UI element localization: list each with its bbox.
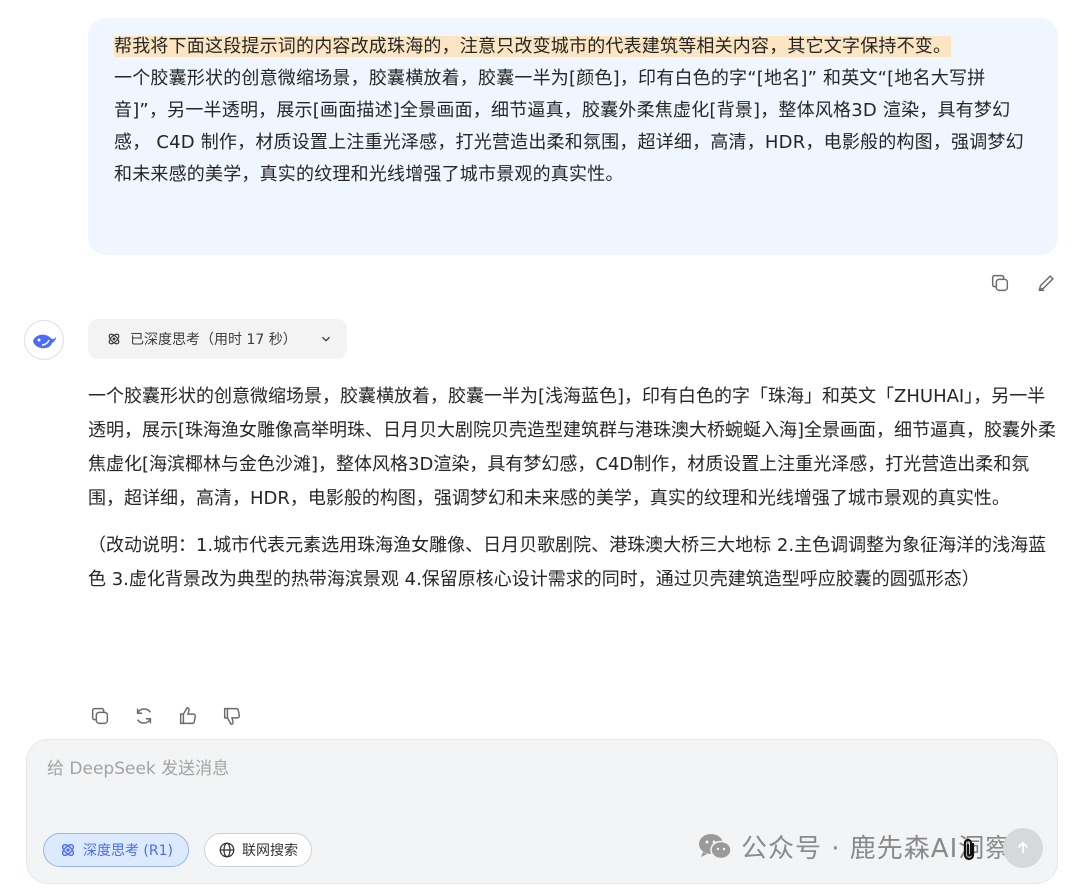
thinking-label: 已深度思考（用时 17 秒） xyxy=(130,332,297,348)
answer-actions xyxy=(88,704,244,728)
thinking-toggle[interactable]: 已深度思考（用时 17 秒） xyxy=(88,319,347,359)
user-message-actions xyxy=(988,271,1058,295)
deep-think-icon xyxy=(61,843,74,857)
message-composer: 深度思考 (R1) 联网搜索 公众号 · 鹿先森AI洞察 xyxy=(26,739,1058,884)
thumbs-up-icon[interactable] xyxy=(176,704,200,728)
globe-icon xyxy=(219,842,235,858)
arrow-up-icon xyxy=(1017,841,1029,854)
prompt-template-text: 一个胶囊形状的创意微缩场景，胶囊横放着，胶囊一半为[颜色]，印有白色的字“[地名… xyxy=(114,68,1024,185)
thumbs-down-icon[interactable] xyxy=(220,704,244,728)
message-input[interactable] xyxy=(45,758,1039,780)
chevron-down-icon xyxy=(322,336,330,342)
deep-think-button[interactable]: 深度思考 (R1) xyxy=(43,833,189,867)
assistant-answer: 一个胶囊形状的创意微缩场景，胶囊横放着，胶囊一半为[浅海蓝色]，印有白色的字「珠… xyxy=(88,380,1058,597)
copy-icon[interactable] xyxy=(88,704,112,728)
paperclip-icon xyxy=(963,838,975,861)
web-search-button[interactable]: 联网搜索 xyxy=(204,833,312,867)
deepseek-avatar xyxy=(24,320,64,360)
send-button[interactable] xyxy=(1003,828,1043,868)
wechat-icon xyxy=(699,833,732,859)
highlighted-instruction: 帮我将下面这段提示词的内容改成珠海的，注意只改变城市的代表建筑等相关内容，其它文… xyxy=(114,36,952,57)
deepseek-whale-icon xyxy=(33,334,56,349)
deep-think-label: 深度思考 (R1) xyxy=(82,843,173,859)
user-message-text: 帮我将下面这段提示词的内容改成珠海的，注意只改变城市的代表建筑等相关内容，其它文… xyxy=(114,31,1032,191)
user-message-bubble: 帮我将下面这段提示词的内容改成珠海的，注意只改变城市的代表建筑等相关内容，其它文… xyxy=(88,18,1058,255)
edit-icon[interactable] xyxy=(1034,271,1058,295)
attach-button[interactable] xyxy=(957,836,981,864)
web-search-label: 联网搜索 xyxy=(242,843,298,859)
answer-paragraph: 一个胶囊形状的创意微缩场景，胶囊横放着，胶囊一半为[浅海蓝色]，印有白色的字「珠… xyxy=(88,386,1057,509)
regenerate-icon[interactable] xyxy=(132,704,156,728)
copy-icon[interactable] xyxy=(988,271,1012,295)
change-notes-paragraph: （改动说明：1.城市代表元素选用珠海渔女雕像、日月贝歌剧院、港珠澳大桥三大地标 … xyxy=(88,535,1047,590)
deep-think-icon xyxy=(108,333,120,345)
